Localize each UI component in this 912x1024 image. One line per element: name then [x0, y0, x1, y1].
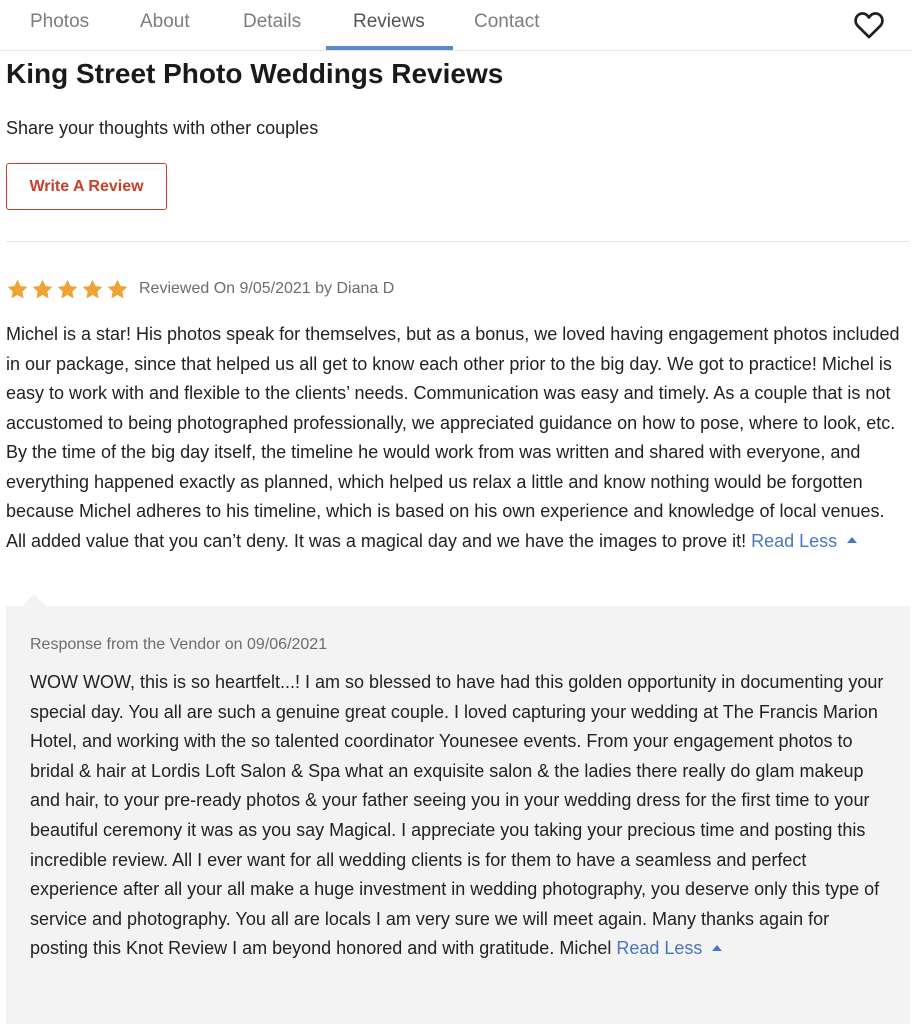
heart-outline-icon[interactable]	[852, 8, 886, 42]
star-rating	[6, 278, 129, 301]
tab-about[interactable]: About	[140, 0, 190, 50]
star-icon	[32, 279, 53, 298]
response-text: WOW WOW, this is so heartfelt...! I am s…	[30, 672, 884, 959]
star-icon	[57, 279, 78, 298]
star-icon	[82, 279, 103, 298]
tab-contact[interactable]: Contact	[474, 0, 539, 50]
page-title: King Street Photo Weddings Reviews	[6, 58, 504, 89]
page-subtitle: Share your thoughts with other couples	[6, 118, 319, 138]
section-divider	[6, 241, 909, 242]
review-meta: Reviewed On 9/05/2021 by Diana D	[139, 280, 395, 297]
tab-photos[interactable]: Photos	[30, 0, 89, 50]
vendor-response: Response from the Vendor on 09/06/2021 W…	[6, 594, 910, 1024]
star-icon	[107, 279, 128, 298]
star-icon	[7, 279, 28, 298]
write-review-button[interactable]: Write A Review	[6, 163, 167, 210]
read-less-link[interactable]: Read Less	[751, 530, 858, 551]
tab-reviews[interactable]: Reviews	[326, 0, 453, 50]
read-less-label: Read Less	[616, 938, 703, 959]
tab-bar: Photos About Details Reviews Contact	[0, 0, 912, 51]
review-text-block: Michel is a star! His photos speak for t…	[6, 320, 908, 556]
response-text-block: WOW WOW, this is so heartfelt...! I am s…	[30, 668, 890, 964]
tab-details[interactable]: Details	[243, 0, 301, 50]
read-less-label: Read Less	[751, 530, 838, 551]
response-read-less-link[interactable]: Read Less	[616, 938, 723, 959]
response-header: Response from the Vendor on 09/06/2021	[30, 636, 328, 653]
caret-up-icon	[712, 944, 723, 951]
caret-up-icon	[847, 536, 858, 543]
review-text: Michel is a star! His photos speak for t…	[6, 324, 900, 551]
review-rating-row: Reviewed On 9/05/2021 by Diana D	[6, 276, 394, 302]
